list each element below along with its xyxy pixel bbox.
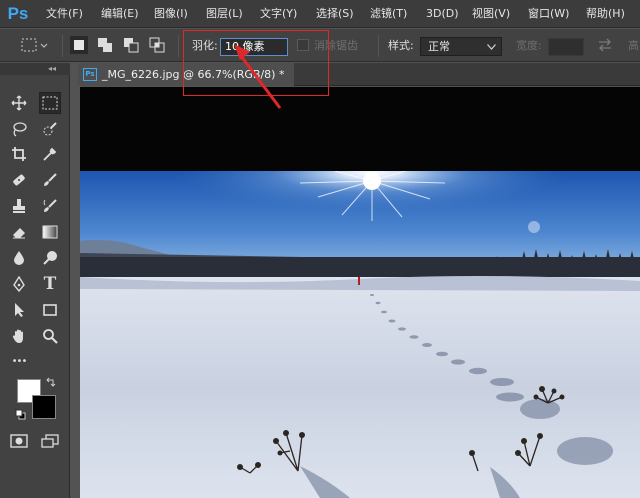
- new-selection-icon[interactable]: [70, 36, 88, 54]
- photoshop-logo: Ps: [7, 4, 29, 23]
- blur-icon[interactable]: [8, 247, 30, 269]
- crop-icon[interactable]: [8, 143, 30, 165]
- history-brush-icon[interactable]: [39, 195, 61, 217]
- healing-brush-icon[interactable]: [8, 169, 30, 191]
- eraser-icon[interactable]: [8, 221, 30, 243]
- canvas-transparent-area[interactable]: [80, 87, 640, 171]
- dodge-icon[interactable]: [39, 247, 61, 269]
- options-divider: [178, 35, 179, 57]
- quick-mask-icon[interactable]: [8, 430, 30, 452]
- menu-filter[interactable]: 滤镜(T): [370, 0, 407, 28]
- style-select-value: 正常: [428, 40, 450, 53]
- menu-3d[interactable]: 3D(D): [426, 0, 459, 28]
- options-divider: [378, 35, 379, 57]
- toolbox-collapse[interactable]: ◂◂: [0, 63, 70, 75]
- style-label: 样式:: [388, 39, 414, 52]
- width-input[interactable]: [548, 38, 584, 56]
- default-colors-icon[interactable]: [15, 409, 26, 420]
- rect-marquee-icon[interactable]: [39, 92, 61, 114]
- pen-icon[interactable]: [8, 273, 30, 295]
- hand-icon[interactable]: [8, 325, 30, 347]
- type-icon[interactable]: T: [39, 273, 61, 295]
- document-tab-bar: Ps _MG_6226.jpg @ 66.7%(RGB/8) *: [78, 63, 640, 86]
- annotation-arrow-icon: [234, 44, 282, 109]
- snow-landscape-image: [80, 171, 640, 498]
- menu-window[interactable]: 窗口(W): [528, 0, 569, 28]
- eyedropper-icon[interactable]: [39, 143, 61, 165]
- menu-type[interactable]: 文字(Y): [260, 0, 297, 28]
- swap-colors-icon[interactable]: [45, 377, 56, 388]
- quick-select-icon[interactable]: [39, 118, 61, 140]
- add-to-selection-icon[interactable]: [96, 36, 114, 54]
- menu-bar: Ps 文件(F) 编辑(E) 图像(I) 图层(L) 文字(Y) 选择(S) 滤…: [0, 0, 640, 28]
- menu-file[interactable]: 文件(F): [46, 0, 83, 28]
- height-label: 高: [628, 39, 639, 52]
- path-select-icon[interactable]: [8, 299, 30, 321]
- screen-mode-icon[interactable]: [39, 430, 61, 452]
- photo-canvas[interactable]: [80, 171, 640, 498]
- gradient-icon[interactable]: [39, 221, 61, 243]
- move-icon[interactable]: [8, 92, 30, 114]
- options-divider: [62, 35, 63, 57]
- document-type-icon: Ps: [83, 68, 97, 81]
- menu-help[interactable]: 帮助(H): [586, 0, 625, 28]
- menu-view[interactable]: 视图(V): [472, 0, 510, 28]
- toolbox: ◂◂ T •••: [0, 63, 70, 498]
- menu-select[interactable]: 选择(S): [316, 0, 354, 28]
- subtract-from-selection-icon[interactable]: [122, 36, 140, 54]
- background-color-swatch[interactable]: [32, 395, 56, 419]
- panel-gutter: [71, 63, 80, 498]
- swap-dimensions-icon[interactable]: [596, 36, 614, 54]
- zoom-icon[interactable]: [39, 325, 61, 347]
- intersect-selection-icon[interactable]: [148, 36, 166, 54]
- lasso-icon[interactable]: [8, 118, 30, 140]
- clone-stamp-icon[interactable]: [8, 195, 30, 217]
- chevron-down-icon: [487, 44, 496, 50]
- menu-edit[interactable]: 编辑(E): [101, 0, 139, 28]
- menu-image[interactable]: 图像(I): [154, 0, 188, 28]
- more-tools-icon[interactable]: •••: [8, 350, 30, 372]
- brush-icon[interactable]: [39, 169, 61, 191]
- style-select[interactable]: 正常: [420, 37, 502, 56]
- rectangle-shape-icon[interactable]: [39, 299, 61, 321]
- menu-layer[interactable]: 图层(L): [206, 0, 243, 28]
- width-label: 宽度:: [516, 39, 542, 52]
- marquee-preset-icon[interactable]: [20, 36, 48, 54]
